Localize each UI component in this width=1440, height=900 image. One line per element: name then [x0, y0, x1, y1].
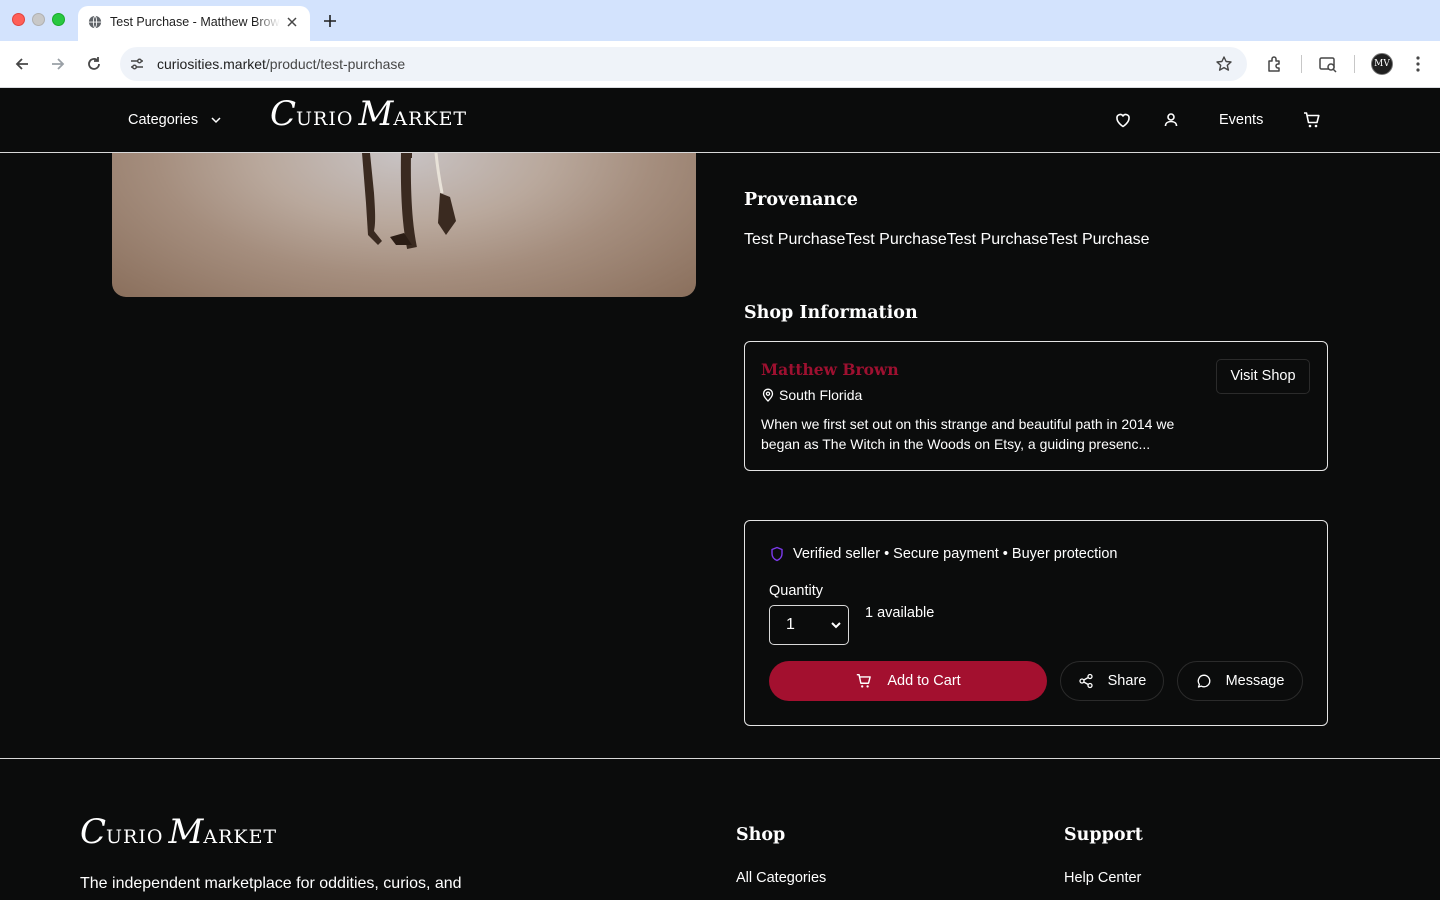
cart-icon[interactable]: [1302, 110, 1322, 130]
shop-info-heading: Shop Information: [744, 303, 918, 323]
shop-location: South Florida: [761, 387, 862, 403]
toolbar-divider: [1354, 55, 1355, 73]
forward-arrow-icon[interactable]: [48, 54, 68, 74]
message-icon: [1197, 674, 1211, 688]
profile-avatar[interactable]: MV: [1371, 53, 1393, 75]
share-button[interactable]: Share: [1060, 661, 1164, 701]
window-zoom-button[interactable]: [52, 13, 65, 26]
browser-tab[interactable]: Test Purchase - Matthew Brown: [78, 6, 310, 41]
footer-tagline: The independent marketplace for oddities…: [80, 875, 462, 892]
window-minimize-button[interactable]: [32, 13, 45, 26]
address-bar[interactable]: curiosities.market/product/test-purchase: [120, 47, 1247, 81]
user-icon[interactable]: [1161, 110, 1181, 130]
site-logo[interactable]: CURIO MARKET: [270, 94, 467, 134]
shop-location-text: South Florida: [779, 387, 863, 403]
cart-icon: [857, 673, 872, 688]
add-to-cart-label: Add to Cart: [887, 673, 961, 689]
bookmark-star-icon[interactable]: [1215, 55, 1233, 73]
visit-shop-button[interactable]: Visit Shop: [1216, 359, 1310, 394]
site-header: Categories CURIO MARKET Events: [0, 88, 1440, 153]
categories-dropdown[interactable]: Categories: [128, 110, 222, 130]
shop-card: Matthew Brown South Florida When we firs…: [744, 341, 1328, 471]
globe-icon: [88, 15, 102, 29]
more-menu-icon[interactable]: [1408, 54, 1428, 74]
footer-shop-heading: Shop: [736, 825, 786, 845]
message-button[interactable]: Message: [1177, 661, 1303, 701]
add-to-cart-button[interactable]: Add to Cart: [769, 661, 1047, 701]
reload-icon[interactable]: [84, 54, 104, 74]
window-close-button[interactable]: [12, 13, 25, 26]
tab-search-icon[interactable]: [1318, 54, 1338, 74]
site-settings-icon[interactable]: [128, 55, 146, 73]
map-pin-icon: [762, 388, 774, 402]
categories-label: Categories: [128, 112, 199, 128]
quantity-select[interactable]: 1: [769, 605, 849, 645]
footer-link-all-categories[interactable]: All Categories: [736, 870, 826, 886]
product-photo-figure: [362, 153, 456, 249]
trust-text: Verified seller • Secure payment • Buyer…: [793, 546, 1118, 562]
shop-name-link[interactable]: Matthew Brown: [761, 360, 899, 379]
url-text: curiosities.market/product/test-purchase: [157, 56, 406, 72]
close-icon[interactable]: [284, 14, 300, 30]
browser-tab-bar: Test Purchase - Matthew Brown: [0, 0, 1440, 41]
share-label: Share: [1107, 673, 1147, 689]
back-arrow-icon[interactable]: [12, 54, 32, 74]
browser-toolbar: curiosities.market/product/test-purchase…: [0, 41, 1440, 88]
shop-description: When we first set out on this strange an…: [761, 416, 1175, 452]
trust-badges: Verified seller • Secure payment • Buyer…: [769, 546, 1117, 562]
shield-icon: [771, 546, 783, 562]
quantity-label: Quantity: [769, 583, 823, 599]
footer-support-heading: Support: [1064, 825, 1143, 845]
new-tab-icon[interactable]: [320, 11, 340, 31]
product-image[interactable]: [112, 153, 696, 297]
quantity-value: 1: [786, 616, 795, 633]
events-link[interactable]: Events: [1219, 110, 1263, 130]
share-icon: [1078, 673, 1093, 689]
toolbar-divider: [1301, 55, 1302, 73]
chevron-down-icon: [831, 622, 841, 629]
footer-link-help-center[interactable]: Help Center: [1064, 870, 1141, 886]
footer-logo[interactable]: CURIO MARKET: [80, 812, 277, 852]
tab-title: Test Purchase - Matthew Brown: [110, 15, 280, 29]
heart-icon[interactable]: [1113, 110, 1133, 130]
chevron-down-icon: [211, 117, 221, 124]
message-label: Message: [1225, 673, 1285, 689]
footer-divider: [0, 758, 1440, 759]
purchase-card: Verified seller • Secure payment • Buyer…: [744, 520, 1328, 726]
provenance-text: Test PurchaseTest PurchaseTest PurchaseT…: [744, 231, 1150, 248]
available-count: 1 available: [865, 605, 935, 621]
provenance-heading: Provenance: [744, 190, 858, 210]
extensions-icon[interactable]: [1265, 54, 1285, 74]
